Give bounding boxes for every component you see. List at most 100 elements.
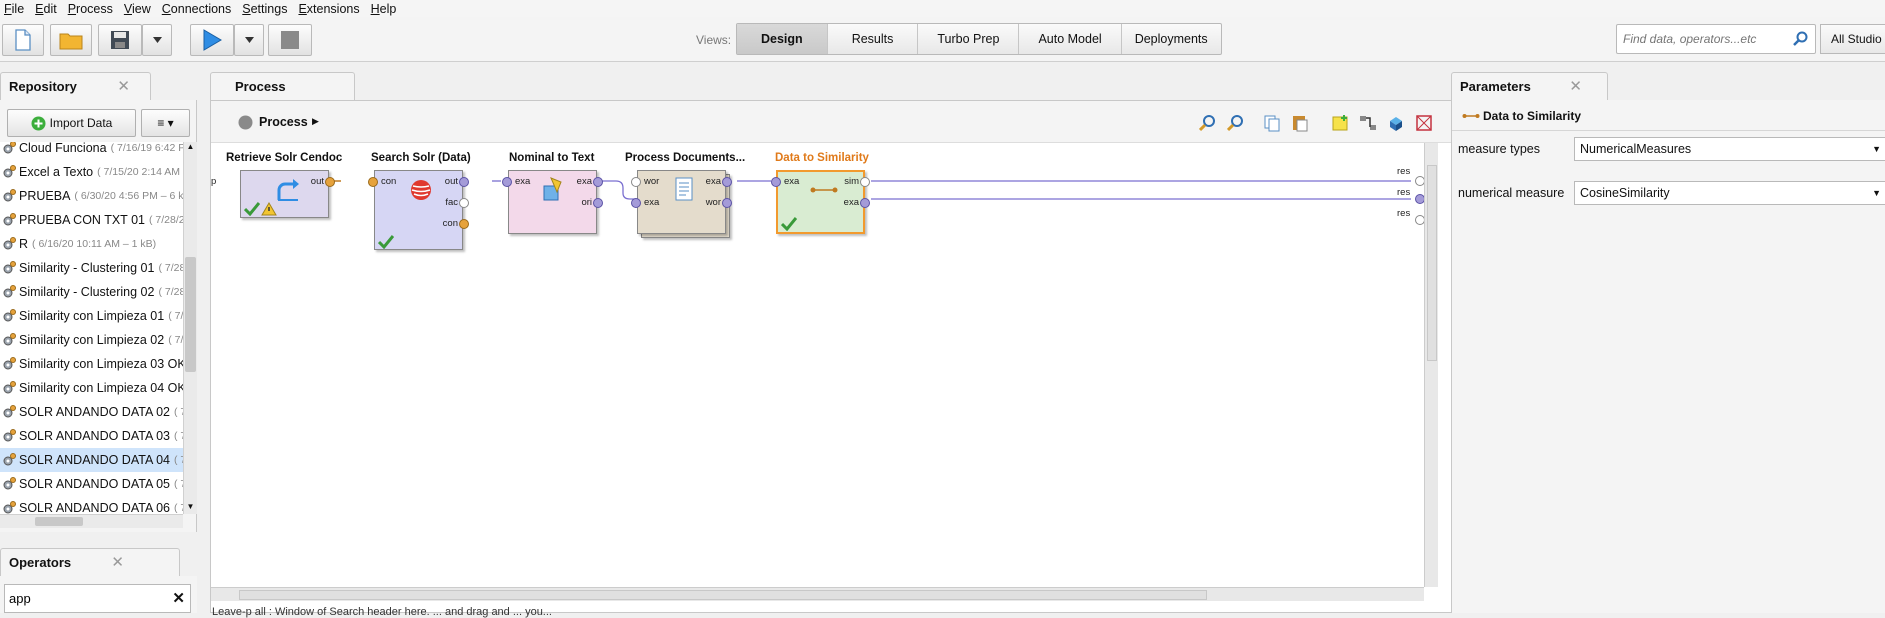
operators-tab[interactable]: Operators ✕ <box>0 548 180 576</box>
scroll-thumb[interactable] <box>239 590 1207 600</box>
output-port[interactable] <box>860 177 870 187</box>
repository-item[interactable]: SOLR ANDANDO DATA 04( 7/ <box>0 448 183 472</box>
repository-menu-button[interactable]: ≡ ▾ <box>141 109 190 137</box>
scroll-thumb[interactable] <box>1427 165 1437 361</box>
numerical-measure-select[interactable]: CosineSimilarity <box>1574 181 1885 205</box>
process-breadcrumb[interactable]: Process <box>259 115 308 129</box>
copy-icon[interactable] <box>1263 114 1281 132</box>
repository-tab[interactable]: Repository ✕ <box>0 72 151 100</box>
run-button[interactable] <box>190 24 234 56</box>
operator-title-nominal-to-text[interactable]: Nominal to Text <box>509 152 594 164</box>
menu-process[interactable]: Process <box>68 2 113 16</box>
repository-item[interactable]: Similarity con Limpieza 03 OK <box>0 352 183 376</box>
view-turbo-prep[interactable]: Turbo Prep <box>918 24 1020 54</box>
operator-title-data-to-similarity[interactable]: Data to Similarity <box>775 152 869 164</box>
canvas-horizontal-scrollbar[interactable] <box>211 587 1424 601</box>
menu-connections[interactable]: Connections <box>162 2 232 16</box>
paste-icon[interactable] <box>1291 114 1309 132</box>
repository-item[interactable]: PRUEBA CON TXT 01( 7/28/20 <box>0 208 183 232</box>
scroll-down-icon[interactable]: ▼ <box>184 502 197 512</box>
view-deployments[interactable]: Deployments <box>1122 24 1221 54</box>
output-port[interactable] <box>459 177 469 187</box>
result-port[interactable] <box>1415 215 1424 225</box>
global-search-input[interactable] <box>1617 25 1787 53</box>
operator-retrieve-solr[interactable]: out <box>240 170 335 218</box>
input-port[interactable] <box>631 198 641 208</box>
output-port[interactable] <box>459 198 469 208</box>
stop-button[interactable] <box>268 24 312 56</box>
view-results[interactable]: Results <box>828 24 919 54</box>
import-data-button[interactable]: Import Data <box>7 109 136 137</box>
zoom-out-icon[interactable] <box>1227 114 1245 132</box>
repository-item[interactable]: Cloud Funciona( 7/16/19 6:42 P <box>0 142 183 160</box>
clear-icon[interactable]: ✕ <box>172 589 185 607</box>
measure-types-select[interactable]: NumericalMeasures <box>1574 137 1885 161</box>
input-port[interactable] <box>631 177 641 187</box>
operator-process-documents[interactable]: wor exa exa wor <box>631 170 732 234</box>
close-icon[interactable]: ✕ <box>111 549 124 577</box>
output-port[interactable] <box>325 177 335 187</box>
result-port[interactable] <box>1415 176 1424 186</box>
menu-help[interactable]: Help <box>371 2 397 16</box>
note-icon[interactable] <box>1331 114 1349 132</box>
port-exa[interactable]: exa <box>644 197 659 208</box>
menu-settings[interactable]: Settings <box>242 2 287 16</box>
view-auto-model[interactable]: Auto Model <box>1019 24 1122 54</box>
port-sim[interactable]: sim <box>844 176 859 187</box>
port-out[interactable]: out <box>311 176 324 187</box>
save-button[interactable] <box>98 24 142 56</box>
layout-icon[interactable] <box>1387 114 1405 132</box>
new-process-button[interactable] <box>2 24 44 56</box>
repository-item[interactable]: PRUEBA( 6/30/20 4:56 PM – 6 k <box>0 184 183 208</box>
all-studio-dropdown[interactable]: All Studio <box>1820 24 1885 54</box>
port-exa[interactable]: exa <box>844 197 859 208</box>
port-con[interactable]: con <box>381 176 396 187</box>
menu-file[interactable]: File <box>4 2 24 16</box>
repository-item[interactable]: R( 6/16/20 10:11 AM – 1 kB) <box>0 232 183 256</box>
run-dropdown-button[interactable] <box>234 24 264 56</box>
operators-search-input[interactable] <box>5 585 165 612</box>
port-wor[interactable]: wor <box>644 176 659 187</box>
repository-item[interactable]: Excel a Texto( 7/15/20 2:14 AM <box>0 160 183 184</box>
parameters-tab[interactable]: Parameters ✕ <box>1451 72 1608 100</box>
operator-data-to-similarity[interactable]: exa sim exa <box>771 170 870 234</box>
search-icon[interactable] <box>1793 31 1809 47</box>
auto-wire-icon[interactable] <box>1359 114 1377 132</box>
scroll-thumb[interactable] <box>35 517 83 526</box>
output-port[interactable] <box>722 177 732 187</box>
input-port[interactable] <box>368 177 378 187</box>
repository-item[interactable]: Similarity con Limpieza 04 OK <box>0 376 183 400</box>
menu-extensions[interactable]: Extensions <box>298 2 359 16</box>
canvas-vertical-scrollbar[interactable] <box>1424 143 1438 587</box>
menu-edit[interactable]: Edit <box>35 2 57 16</box>
repository-item[interactable]: SOLR ANDANDO DATA 05( 7/ <box>0 472 183 496</box>
process-canvas[interactable]: p Retrieve Solr Cendoc out Search Solr (… <box>211 143 1424 587</box>
input-port[interactable] <box>502 177 512 187</box>
port-con[interactable]: con <box>443 218 458 229</box>
operator-title-process-documents[interactable]: Process Documents... <box>625 152 745 164</box>
port-exa[interactable]: exa <box>706 176 721 187</box>
repository-horizontal-scrollbar[interactable] <box>0 514 183 528</box>
output-port[interactable] <box>722 198 732 208</box>
process-input-port-label[interactable]: p <box>211 176 216 187</box>
port-out[interactable]: out <box>445 176 458 187</box>
zoom-in-icon[interactable] <box>1199 114 1217 132</box>
repository-item[interactable]: SOLR ANDANDO DATA 02( 7/ <box>0 400 183 424</box>
output-port[interactable] <box>593 177 603 187</box>
result-port[interactable] <box>1415 194 1424 204</box>
output-port[interactable] <box>459 219 469 229</box>
port-exa[interactable]: exa <box>515 176 530 187</box>
port-fac[interactable]: fac <box>445 197 458 208</box>
scroll-thumb[interactable] <box>185 257 196 372</box>
repository-item[interactable]: SOLR ANDANDO DATA 03( 7/ <box>0 424 183 448</box>
open-process-button[interactable] <box>50 24 92 56</box>
port-exa[interactable]: exa <box>577 176 592 187</box>
close-icon[interactable]: ✕ <box>1569 73 1582 101</box>
repository-item[interactable]: Similarity con Limpieza 02( 7/ <box>0 328 183 352</box>
port-exa[interactable]: exa <box>784 176 799 187</box>
repository-item[interactable]: Similarity - Clustering 02( 7/28 <box>0 280 183 304</box>
input-port[interactable] <box>771 177 781 187</box>
repository-item[interactable]: SOLR ANDANDO DATA 06( 7/ <box>0 496 183 514</box>
fit-icon[interactable] <box>1415 114 1433 132</box>
view-design[interactable]: Design <box>737 24 828 54</box>
